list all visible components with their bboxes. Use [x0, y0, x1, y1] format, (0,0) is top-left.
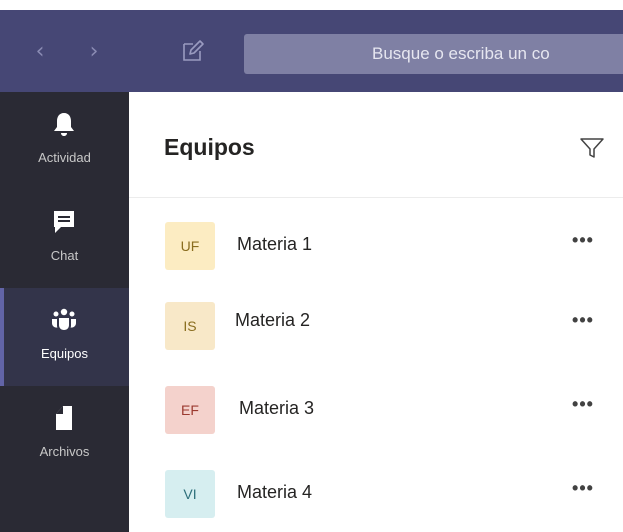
forward-button[interactable]: ›: [82, 38, 106, 66]
search-box[interactable]: [244, 34, 623, 74]
team-name: Materia 1: [237, 234, 313, 254]
more-options-button[interactable]: •••: [563, 392, 603, 422]
rail-item-actividad[interactable]: Actividad: [0, 92, 129, 190]
filter-icon: [580, 138, 604, 158]
chat-icon: [54, 211, 74, 233]
team-row[interactable]: VI Materia 4 •••: [129, 454, 623, 532]
team-avatar: UF: [165, 222, 215, 270]
team-avatar: VI: [165, 470, 215, 518]
teams-icon: [52, 308, 76, 330]
rail-label-equipos: Equipos: [41, 346, 88, 361]
team-avatar: EF: [165, 386, 215, 434]
team-row[interactable]: EF Materia 3 •••: [129, 370, 623, 448]
rail-label-archivos: Archivos: [39, 444, 90, 459]
active-indicator: [0, 288, 4, 386]
team-row[interactable]: UF Materia 1 •••: [129, 206, 623, 284]
team-name: Materia 4: [237, 482, 313, 502]
team-row[interactable]: IS Materia 2 •••: [129, 286, 623, 364]
rail-item-equipos[interactable]: Equipos: [0, 288, 129, 386]
rail-label-actividad: Actividad: [38, 150, 91, 165]
more-options-button[interactable]: •••: [563, 476, 603, 506]
team-avatar: IS: [165, 302, 215, 350]
back-button[interactable]: ‹: [28, 38, 52, 66]
top-strip: [0, 0, 623, 10]
compose-button[interactable]: [180, 38, 206, 64]
chevron-right-icon: ›: [89, 39, 99, 64]
search-input[interactable]: [244, 34, 623, 74]
file-icon: [56, 406, 72, 430]
rail-item-chat[interactable]: Chat: [0, 190, 129, 288]
filter-button[interactable]: [579, 136, 605, 160]
rail-label-chat: Chat: [50, 248, 79, 263]
app-rail: Actividad Chat Equipos Archivos: [0, 92, 129, 532]
more-options-button[interactable]: •••: [563, 308, 603, 338]
chevron-left-icon: ‹: [35, 39, 45, 64]
compose-icon: [183, 40, 204, 61]
title-bar: ‹ ›: [0, 10, 623, 92]
rail-item-archivos[interactable]: Archivos: [0, 386, 129, 484]
page-title: Equipos: [164, 134, 255, 160]
more-options-button[interactable]: •••: [563, 228, 603, 258]
bell-icon: [54, 113, 74, 136]
team-name: Materia 2: [235, 310, 311, 330]
panel-header: Equipos: [129, 92, 623, 198]
team-name: Materia 3: [239, 398, 315, 418]
